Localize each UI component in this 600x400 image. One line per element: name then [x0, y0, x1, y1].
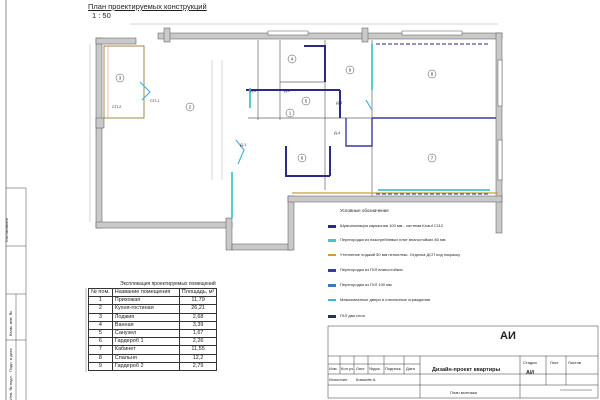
legend-item: Перегородки из ГКЛ влагостойких [328, 265, 533, 275]
table-row: 2 Кухня-гостиная 26,21 [88, 304, 218, 314]
table-cell: Кабинет [111, 345, 180, 355]
stamp-header-cell: Изм. [329, 366, 338, 371]
stamp-header-cell: Лист [356, 366, 365, 371]
side-label-inv: Взам. инв. № [8, 311, 13, 336]
table-row: 4 Ванная 3,39 [88, 320, 218, 331]
table-cell: 11,79 [178, 296, 218, 306]
stamp-header-cell: Дата [406, 366, 415, 371]
table-cell: Спальня [111, 353, 180, 363]
door-label-d3: Д-3 [336, 100, 343, 105]
table-cell: 3 [88, 312, 113, 322]
stamp-stage-value: АИ [526, 370, 534, 376]
side-label-agreed: Согласовано [4, 217, 9, 242]
table-cell: 3,39 [178, 320, 218, 331]
column-header: Название помещения [111, 287, 180, 298]
table-row: 1 Прихожая 11,79 [88, 296, 218, 306]
legend-item: Утепление лоджий 50 мм пеноплэкс. Отделк… [328, 250, 533, 260]
table-cell: Санузел [111, 329, 180, 339]
door-label-sp1: СП-1 [150, 98, 160, 103]
legend-label: Перегородки из ГКЛ 100 мм [340, 282, 392, 287]
table-cell: Лоджия [111, 312, 180, 322]
table-cell: 2,26 [178, 337, 218, 347]
legend-label: Утепление лоджий 50 мм пеноплэкс. Отделк… [340, 252, 461, 257]
column-header: № пом. [88, 287, 113, 298]
table-cell: 2,68 [178, 312, 218, 322]
table-cell: Гардероб 2 [111, 361, 180, 372]
column-header: Площадь, м² [178, 287, 218, 298]
legend-swatch [328, 269, 336, 272]
stamp-sheet-label: Лист [550, 360, 559, 365]
dimension-lines [89, 23, 498, 222]
door-label-d4: Д-4 [334, 130, 341, 135]
stamp-stage-label: Стадия [523, 360, 537, 365]
table-header-row: № пом. Название помещения Площадь, м² [88, 287, 218, 298]
soundproof-partitions [376, 43, 490, 195]
legend-swatch [328, 284, 336, 287]
table-cell: 5 [88, 329, 113, 339]
door-label-d1: Д-1 [240, 142, 247, 147]
table-cell: 8 [88, 353, 113, 363]
stamp-author: Ковалёв А. [356, 377, 377, 382]
side-label-sign: Подп. и дата [8, 348, 13, 372]
legend-label: Шумоизоляция каркасная 100 мм - система … [340, 223, 444, 228]
legend-swatch [328, 315, 336, 318]
legend-item: Перегородки из ГКЛ 100 мм [328, 280, 533, 290]
legend-item: Перегородки из пазогребневых плит влагос… [328, 235, 533, 245]
legend-label: Межкомнатные двери и стеклянные огражден… [340, 297, 431, 302]
table-cell: 6 [88, 337, 113, 347]
door-label-d5: Д-5 [250, 88, 257, 93]
table-cell: 2 [88, 304, 113, 314]
legend-item: ГКЛ два слоя [328, 311, 533, 321]
table-cell: 9 [88, 361, 113, 372]
table-cell: 7 [88, 345, 113, 355]
table-cell: Гардероб 1 [111, 337, 180, 347]
table-cell: 1 [88, 296, 113, 306]
table-row: 9 Гардероб 2 2,79 [88, 361, 218, 372]
stamp-header-cell: Кол.уч. [341, 366, 355, 371]
legend-label: Перегородки из ГКЛ влагостойких [340, 267, 403, 272]
table-cell: 1,67 [178, 329, 218, 339]
legend-swatch [328, 225, 336, 228]
legend-item: Шумоизоляция каркасная 100 мм - система … [328, 221, 533, 231]
legend-item: Межкомнатные двери и стеклянные огражден… [328, 295, 533, 305]
stamp-project: Дизайн-проект квартиры [432, 367, 501, 373]
stamp-logo: АИ [500, 330, 516, 342]
doors-glass [139, 81, 373, 165]
table-cell: Ванная [111, 320, 180, 331]
stamp-header-cell: Подпись [385, 366, 401, 371]
loggia [103, 45, 145, 119]
legend-label: ГКЛ два слоя [340, 313, 365, 318]
table-row: 6 Гардероб 1 2,26 [88, 337, 218, 347]
legend-swatch [328, 299, 336, 301]
legend-swatch [328, 254, 336, 256]
legend-swatch [328, 239, 336, 242]
legend-label: Перегородки из пазогребневых плит влагос… [340, 237, 446, 242]
teal-partitions [231, 44, 490, 218]
table-row: 5 Санузел 1,67 [88, 329, 218, 339]
table-row: 7 Кабинет 11,55 [88, 345, 218, 355]
table-cell: Кухня-гостиная [111, 304, 180, 314]
outer-walls [95, 27, 503, 251]
table-row: 3 Лоджия 2,68 [88, 312, 218, 322]
stamp-header-cell: №док. [369, 366, 381, 371]
door-label-d2: Д-2 [284, 88, 291, 93]
gkl-moist-partitions [345, 117, 496, 147]
table-cell: 12,2 [178, 353, 218, 363]
table-cell: Прихожая [111, 296, 180, 306]
room-markers [115, 54, 437, 163]
table-cell: 11,55 [178, 345, 218, 355]
explication-title: Экспликация проектируемых помещений [120, 281, 216, 287]
stamp-sheets-label: Листов [568, 360, 581, 365]
stamp-sheet-name: План монтажа [450, 390, 477, 395]
table-cell: 2,79 [178, 361, 218, 372]
side-label-orig: Инв. № подл. [8, 375, 13, 400]
explication-table: № пом. Название помещения Площадь, м² 1П… [88, 287, 218, 372]
table-cell: 26,21 [178, 304, 218, 314]
door-label-sp2: СП-2 [112, 104, 122, 109]
table-row: 8 Спальня 12,2 [88, 353, 218, 363]
legend-title: Условные обозначения [340, 208, 389, 213]
stamp-role: Исполнил [329, 377, 348, 382]
table-cell: 4 [88, 320, 113, 331]
